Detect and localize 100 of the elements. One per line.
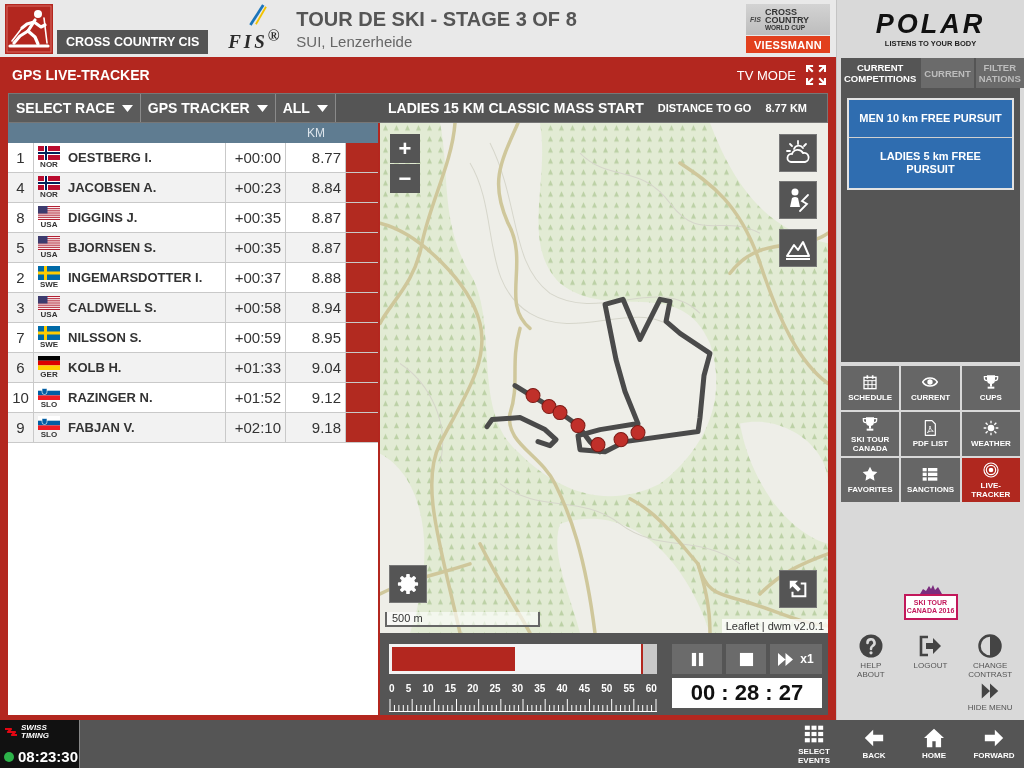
marker-cell [346,293,378,322]
table-cell: +00:59 [226,323,286,352]
menu-item[interactable]: CURRENT [901,366,960,410]
event-location: SUI, Lenzerheide [296,32,414,50]
menu-item[interactable]: FAVORITES [841,458,900,502]
menu-item[interactable]: SCHEDULE [841,366,900,410]
panel-title: GPS LIVE-TRACKER [12,67,150,83]
filter-dropdown[interactable]: ALL [275,94,336,122]
tv-mode-button[interactable]: TV MODE [736,65,826,85]
pause-button[interactable] [672,644,722,674]
competition-button[interactable]: MEN 10 km FREE PURSUIT [849,100,1012,137]
nation-code: USA [40,250,58,259]
progress-track[interactable] [389,644,657,674]
profile-button[interactable] [779,229,817,267]
trophy-icon [862,415,879,432]
tick-label: 30 [511,683,523,695]
cup-logo-text: CROSS COUNTRY [764,7,810,24]
menu-item[interactable]: PDF LIST [901,412,960,456]
tracker-dropdown[interactable]: GPS TRACKER [140,94,276,122]
marker-cell [346,203,378,232]
pause-icon [689,651,705,667]
cloud-sun-icon [785,140,811,166]
tick-label: 20 [467,683,479,695]
menu-item[interactable]: WEATHER [961,412,1020,456]
table-cell: +01:33 [226,353,286,382]
live-marker[interactable] [640,644,643,674]
nav-button[interactable]: BACK [844,720,904,768]
table-cell: +00:58 [226,293,286,322]
marker-cell [346,353,378,382]
marker-cell [346,383,378,412]
athlete-name: NILSSON S. [68,330,142,345]
help-button[interactable]: HELP ABOUT [857,634,885,679]
nation-code: NOR [40,190,58,199]
athlete-marker[interactable] [590,437,606,453]
elapsed-time: 00 : 28 : 27 [672,678,822,708]
athlete-marker[interactable] [525,388,541,404]
section-label[interactable]: CROSS COUNTRY CIS [57,30,209,54]
table-cell: 1 [8,143,34,172]
athlete-marker[interactable] [570,418,586,434]
skier-icon [5,3,53,54]
nation-code: GER [40,370,58,379]
zoom-in-button[interactable]: + [390,134,420,163]
nav-button[interactable]: SELECT EVENTS [784,720,844,768]
tick-label: 55 [623,683,635,695]
athlete-name: KOLB H. [68,360,122,375]
sun-icon [982,420,999,436]
athlete-name: DIGGINS J. [68,210,138,225]
athlete-marker[interactable] [630,425,646,441]
zoom-out-button[interactable]: − [390,164,420,193]
weather-button[interactable] [779,134,817,172]
menu-item[interactable]: SKI TOUR CANADA [841,412,900,456]
expand-button[interactable] [779,570,817,608]
column-heading: KM [307,126,325,140]
table-cell: 8 [8,203,34,232]
brand-text: SWISS TIMING [21,724,49,740]
clock-time: 08:23:30 [18,748,79,765]
settings-button[interactable] [389,565,427,603]
target-icon [982,461,999,478]
menu-item[interactable]: LIVE-TRACKER [961,458,1020,502]
caret-icon [256,104,268,112]
table-cell: +02:10 [226,413,286,442]
hide-menu-button[interactable]: HIDE MENU [967,682,1013,712]
stop-icon [738,651,754,667]
stop-button[interactable] [726,644,766,674]
logout-button[interactable]: LOGOUT [913,634,948,679]
menu-item[interactable]: CUPS [961,366,1020,410]
table-cell: +00:23 [226,173,286,202]
speed-button[interactable]: x1 [770,644,822,674]
nav-button[interactable]: FORWARD [964,720,1024,768]
athlete-marker[interactable] [613,432,629,448]
nation-code: USA [40,220,58,229]
marker-cell [346,263,378,292]
marker-cell [346,143,378,172]
brand-mark-icon [4,726,18,738]
double-chevron-icon [981,682,1000,700]
table-cell: 4 [8,173,34,202]
distance-value: 8.77 KM [765,102,807,114]
competition-button[interactable]: LADIES 5 km FREE PURSUIT [849,137,1012,188]
table-cell: 9 [8,413,34,442]
flag-icon [38,326,60,340]
tick-label: 60 [645,683,657,695]
flag-icon [38,386,60,400]
tick-label: 50 [601,683,613,695]
contrast-button[interactable]: CHANGE CONTRAST [968,634,1013,679]
table-cell: +00:35 [226,203,286,232]
nation-code: SWE [39,340,59,349]
athlete-name: OESTBERG I. [68,150,152,165]
athlete-marker[interactable] [541,399,557,415]
flag-icon [38,146,60,160]
table-cell: 6 [8,353,34,382]
distance-label: DISTANCE TO GO [657,102,752,114]
tick-label: 15 [444,683,456,695]
race-dropdown[interactable]: SELECT RACE [9,94,141,122]
menu-item[interactable]: SANCTIONS [901,458,960,502]
flag-icon [38,416,60,430]
athlete-marker[interactable] [552,405,568,421]
nav-button[interactable]: HOME [904,720,964,768]
fis-logo: FIS$^{®}$ [228,26,283,53]
caret-icon [121,104,133,112]
athletes-button[interactable] [779,181,817,219]
